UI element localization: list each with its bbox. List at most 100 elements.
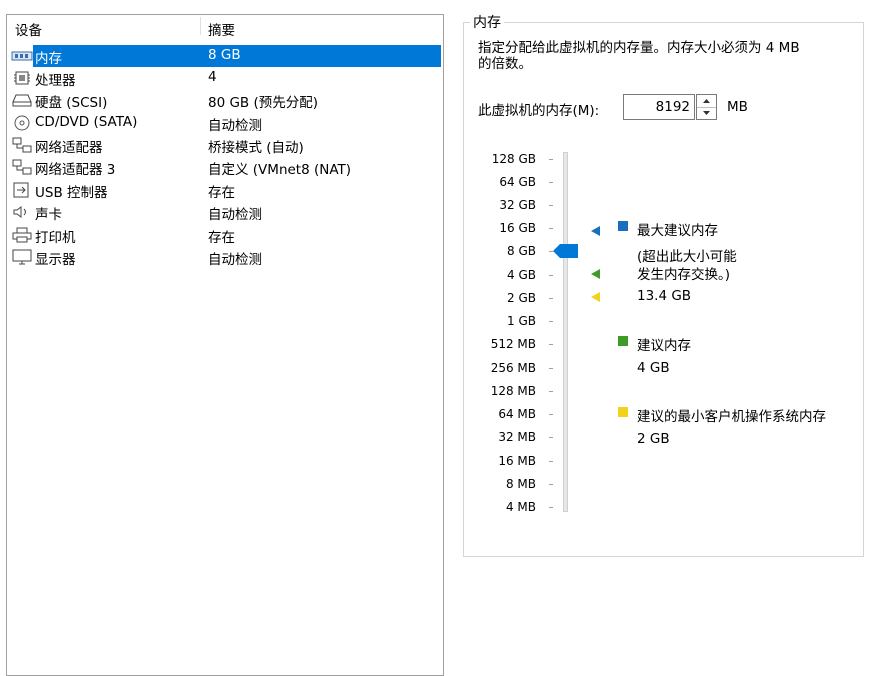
scale-label: 16 MB	[498, 454, 536, 468]
memory-description: 指定分配给此虚拟机的内存量。内存大小必须为 4 MB 的倍数。	[478, 40, 858, 72]
device-summary: 4	[208, 69, 217, 85]
scale-label: 64 GB	[499, 175, 536, 189]
device-name: 网络适配器	[35, 140, 103, 156]
processor-icon	[14, 71, 30, 85]
memory-spinner[interactable]	[696, 94, 717, 120]
scale-tick	[549, 205, 553, 206]
scale-label: 256 MB	[490, 361, 536, 375]
device-list[interactable]: 设备 摘要 内存 8 GB 处理器 4 硬盘 (SCSI) 80 GB (预先分…	[6, 14, 444, 676]
device-summary: 自定义 (VMnet8 (NAT)	[208, 162, 352, 178]
scale-label: 64 MB	[498, 407, 536, 421]
scale-tick	[549, 321, 553, 322]
device-row-disk[interactable]: 硬盘 (SCSI) 80 GB (预先分配)	[7, 89, 441, 111]
device-row-usb-controller[interactable]: USB 控制器 存在	[7, 179, 441, 201]
device-row-network-adapter-3[interactable]: 网络适配器 3 自定义 (VMnet8 (NAT)	[7, 156, 441, 178]
device-summary: 自动检测	[208, 118, 262, 134]
scale-label: 512 MB	[490, 337, 536, 351]
max-recommended-note-1: (超出此大小可能	[637, 249, 737, 265]
column-header-summary[interactable]: 摘要	[208, 19, 235, 39]
scale-tick	[549, 182, 553, 183]
scale-tick	[549, 391, 553, 392]
scale-tick	[549, 344, 553, 345]
scale-label: 4 GB	[507, 268, 536, 282]
scale-tick	[549, 368, 553, 369]
device-name: 声卡	[35, 207, 62, 223]
device-summary: 存在	[208, 230, 235, 246]
memory-slider-track[interactable]	[563, 152, 568, 512]
memory-unit-label: MB	[727, 99, 748, 115]
scale-tick	[549, 437, 553, 438]
memory-input-label: 此虚拟机的内存(M):	[478, 103, 600, 119]
scale-tick	[549, 484, 553, 485]
max-recommended-value: 13.4 GB	[637, 288, 692, 304]
column-divider[interactable]	[200, 17, 201, 35]
disk-icon	[12, 94, 32, 107]
device-summary: 自动检测	[208, 252, 262, 268]
memory-description-line-1: 指定分配给此虚拟机的内存量。内存大小必须为 4 MB	[478, 40, 800, 56]
scale-label: 128 GB	[491, 152, 536, 166]
scale-tick	[549, 228, 553, 229]
device-summary: 桥接模式 (自动)	[208, 140, 304, 156]
device-name: 打印机	[35, 230, 76, 246]
scale-tick	[549, 507, 553, 508]
device-row-display[interactable]: 显示器 自动检测	[7, 246, 441, 268]
scale-label: 8 MB	[505, 477, 536, 491]
max-recommended-label: 最大建议内存	[637, 223, 718, 239]
scale-label: 4 MB	[505, 500, 536, 514]
memory-icon	[11, 51, 33, 61]
device-row-memory[interactable]: 内存 8 GB	[7, 45, 441, 67]
device-name: 处理器	[35, 73, 76, 89]
memory-group-title: 内存	[470, 12, 504, 32]
device-name: CD/DVD (SATA)	[35, 114, 138, 130]
min-guest-label: 建议的最小客户机操作系统内存	[637, 409, 826, 425]
device-summary: 8 GB	[208, 47, 241, 63]
scale-tick	[549, 275, 553, 276]
scale-label: 32 MB	[498, 430, 536, 444]
network-icon	[12, 137, 32, 153]
recommended-swatch	[618, 336, 628, 346]
network-icon	[12, 159, 32, 175]
device-name: USB 控制器	[35, 185, 108, 201]
min-guest-value: 2 GB	[637, 431, 670, 447]
device-name: 网络适配器 3	[35, 162, 116, 178]
recommended-label: 建议内存	[637, 338, 691, 354]
cd-icon	[14, 115, 30, 131]
device-summary: 80 GB (预先分配)	[208, 95, 319, 111]
max-recommended-marker-icon	[591, 226, 600, 236]
device-row-cd-dvd[interactable]: CD/DVD (SATA) 自动检测	[7, 112, 441, 134]
spin-down-icon[interactable]	[697, 107, 716, 119]
device-list-header: 设备 摘要	[7, 15, 443, 39]
min-guest-swatch	[618, 407, 628, 417]
scale-tick	[549, 461, 553, 462]
memory-description-line-2: 的倍数。	[478, 56, 532, 72]
memory-size-input[interactable]	[623, 94, 695, 120]
device-row-sound-card[interactable]: 声卡 自动检测	[7, 201, 441, 223]
recommended-marker-icon	[591, 269, 600, 279]
scale-label: 8 GB	[507, 244, 536, 258]
scale-label: 2 GB	[507, 291, 536, 305]
max-recommended-note-2: 发生内存交换。)	[637, 267, 731, 283]
max-recommended-swatch	[618, 221, 628, 231]
scale-tick	[549, 414, 553, 415]
device-summary: 存在	[208, 185, 235, 201]
device-row-processor[interactable]: 处理器 4	[7, 67, 441, 89]
device-row-printer[interactable]: 打印机 存在	[7, 224, 441, 246]
scale-tick	[549, 159, 553, 160]
device-name: 硬盘 (SCSI)	[35, 95, 108, 111]
scale-label: 32 GB	[499, 198, 536, 212]
device-name: 内存	[35, 51, 62, 67]
device-row-network-adapter[interactable]: 网络适配器 桥接模式 (自动)	[7, 134, 441, 156]
memory-slider-thumb[interactable]	[553, 244, 579, 258]
scale-tick	[549, 298, 553, 299]
scale-label: 1 GB	[507, 314, 536, 328]
recommended-value: 4 GB	[637, 360, 670, 376]
column-header-device[interactable]: 设备	[15, 19, 42, 39]
device-summary: 自动检测	[208, 207, 262, 223]
scale-label: 16 GB	[499, 221, 536, 235]
printer-icon	[12, 227, 32, 243]
usb-icon	[13, 182, 29, 198]
min-guest-marker-icon	[591, 292, 600, 302]
speaker-icon	[13, 206, 26, 218]
scale-label: 128 MB	[490, 384, 536, 398]
display-icon	[12, 249, 32, 265]
